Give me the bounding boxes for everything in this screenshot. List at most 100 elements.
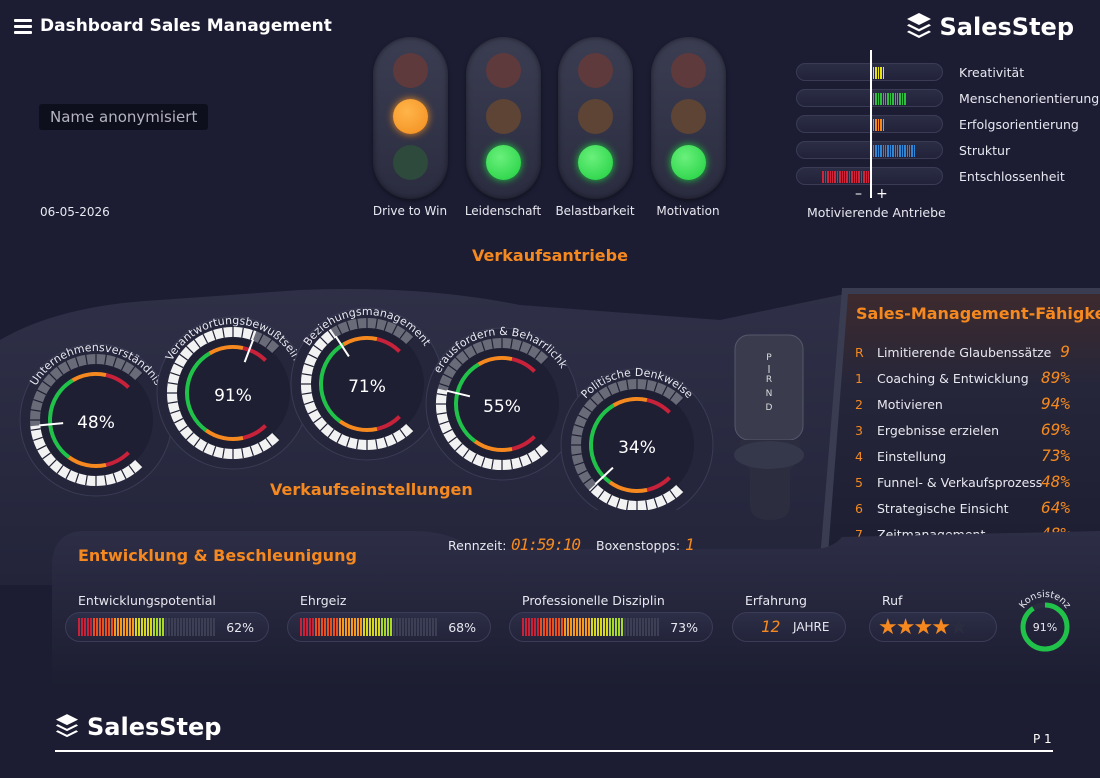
bar-tick [534,618,536,636]
experience-box: 12 JAHRE [732,612,846,642]
drive-tick [836,171,839,183]
drive-tick [877,119,880,131]
bar-tick [435,618,437,636]
skill-value: 73% [1041,446,1070,465]
bar-tick [612,618,614,636]
traffic-light-drive-to-win [373,37,448,199]
skill-key: 6 [855,501,863,516]
bar-tick [405,618,407,636]
pitstops-value: 1 [685,535,695,554]
bar-tick [645,618,647,636]
bar-title-ehrgeiz: Ehrgeiz [300,593,347,608]
skill-label: Funnel- & Verkaufsprozess [877,475,1043,490]
drive-label: Struktur [959,143,1011,158]
skill-row: 4 Einstellung 73% [855,446,1085,469]
bar-tick [420,618,422,636]
bar-tick [597,618,599,636]
race-time-value: 01:59:10 [511,535,581,554]
bar-tick [300,618,302,636]
skill-key: 1 [855,371,863,386]
bar-tick [585,618,587,636]
skill-value: 94% [1041,394,1070,413]
drive-tick [875,67,877,79]
bar-value: 62% [226,620,254,635]
drive-tick [913,145,916,157]
skill-row: 6 Strategische Einsicht 64% [855,498,1085,521]
drive-tick [897,145,899,157]
bar-tick [558,618,560,636]
bar-tick [621,618,623,636]
bar-value: 73% [670,620,698,635]
bar-tick [321,618,323,636]
bar-tick [150,618,152,636]
bar-value: 68% [448,620,476,635]
bar-tick [315,618,317,636]
skill-key: 4 [855,449,863,464]
gauge-value: 34% [618,438,656,458]
drive-tick [887,145,889,157]
star-icon: ★ [931,615,951,640]
drive-tick [885,145,887,157]
bar-tick [303,618,305,636]
drive-tick [875,93,877,105]
layers-icon [906,13,931,38]
skill-label: Ergebnisse erzielen [877,423,1000,438]
drive-tick [880,145,882,157]
gauge: 91%Verantwortungsbewußtsein [156,314,310,470]
progress-bar-ehrgeiz: 68% [287,612,491,642]
bar-tick [312,618,314,636]
section-title-verkaufsantriebe: Verkaufsantriebe [472,246,628,265]
drive-tick [901,93,904,105]
bar-tick [372,618,374,636]
drive-tick [873,93,875,105]
drive-tick [856,171,858,183]
bar-tick [393,618,395,636]
reputation-box: ★★★★★ [869,612,997,642]
drive-tick [899,93,901,105]
drive-tick [875,145,877,157]
skill-value: 48% [1041,472,1070,491]
bar-tick [330,618,332,636]
bar-tick [540,618,542,636]
drive-tick [909,145,911,157]
bar-tick [156,618,158,636]
gear-shift-icon: P R N D [734,334,804,520]
bar-tick [165,618,167,636]
drive-tick [851,171,853,183]
bar-tick [384,618,386,636]
bar-tick [522,618,524,636]
bar-tick [153,618,155,636]
section-title-verkaufseinstellungen: Verkaufseinstellungen [270,480,473,499]
layers-icon [55,714,79,738]
drive-label: Erfolgsorientierung [959,117,1079,132]
menu-icon[interactable] [14,19,32,35]
bar-tick [204,618,206,636]
bar-tick [426,618,428,636]
drive-tick [858,171,860,183]
bar-tick [93,618,95,636]
bar-tick [102,618,104,636]
bar-tick [630,618,632,636]
drive-label: Entschlossenheit [959,169,1065,184]
name-field: Name anonymisiert [39,104,209,130]
bar-tick [591,618,593,636]
bar-tick [423,618,425,636]
bar-tick [201,618,203,636]
skill-value: 64% [1041,498,1070,517]
progress-bar-entwicklungspotential: 62% [65,612,269,642]
bar-tick [651,618,653,636]
bar-tick [636,618,638,636]
bar-tick [84,618,86,636]
bar-tick [546,618,548,636]
bar-tick [570,618,572,636]
drive-tick [848,171,851,183]
bar-tick [408,618,410,636]
drive-label: Menschenorientierung [959,91,1100,106]
plus-label: + [876,186,888,202]
skill-label: Coaching & Entwicklung [877,371,1029,386]
drive-tick [880,93,882,105]
drive-tick [906,145,908,157]
bar-tick [576,618,578,636]
gauge: 34%Politische Denkweise [560,366,714,510]
bar-tick [210,618,212,636]
